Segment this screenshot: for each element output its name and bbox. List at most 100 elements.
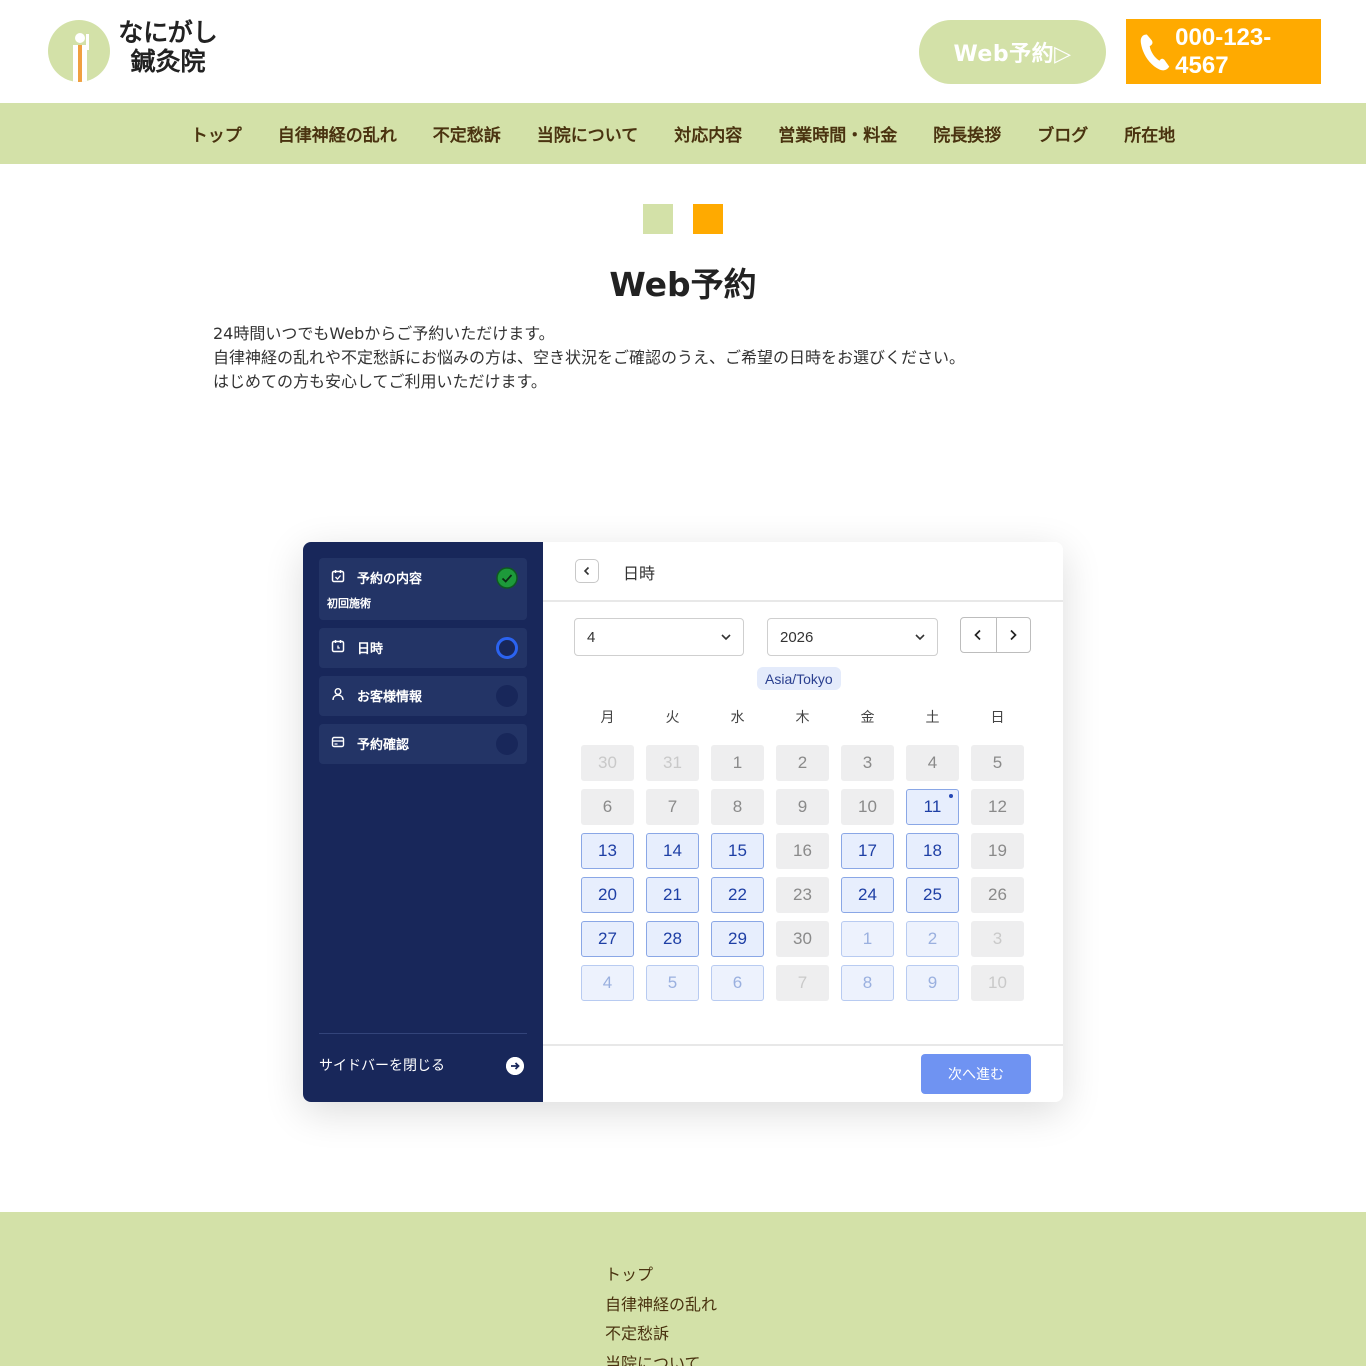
- next-month-button[interactable]: [995, 618, 1031, 652]
- footer-link-complaints[interactable]: 不定愁訴: [605, 1319, 717, 1349]
- header-divider: [543, 600, 1063, 602]
- calendar-icon: [331, 570, 345, 583]
- back-button[interactable]: [575, 559, 599, 583]
- intro-line: 自律神経の乱れや不定愁訴にお悩みの方は、空き状況をご確認のうえ、ご希望の日時をお…: [213, 348, 966, 367]
- calendar-day-available[interactable]: 11: [906, 789, 959, 825]
- nav-item-top[interactable]: トップ: [191, 121, 242, 146]
- year-select[interactable]: 2026: [767, 618, 938, 656]
- step-service[interactable]: 予約の内容 初回施術: [319, 558, 527, 620]
- calendar-day-unavailable: 19: [971, 833, 1024, 869]
- main-nav: トップ 自律神経の乱れ 不定愁訴 当院について 対応内容 営業時間・料金 院長挨…: [0, 103, 1366, 164]
- weekday-header: 火: [665, 710, 680, 726]
- calendar-day-available[interactable]: 22: [711, 877, 764, 913]
- sidebar-divider: [319, 1033, 527, 1034]
- close-sidebar-link[interactable]: サイドバーを閉じる: [319, 1055, 445, 1075]
- month-value: 4: [587, 628, 596, 646]
- booking-main: 日時 4 2026 Asia/Tokyo 月 火 水 木 金 土 日 30 31…: [543, 542, 1063, 1102]
- title-decoration-green: [643, 204, 673, 234]
- step-label: お客様情報: [357, 690, 423, 705]
- calendar-day-unavailable: 9: [776, 789, 829, 825]
- nav-item-access[interactable]: 所在地: [1124, 121, 1175, 146]
- weekday-header: 月: [600, 710, 615, 726]
- arrow-right-circle-icon[interactable]: [506, 1057, 524, 1075]
- calendar-day-available[interactable]: 8: [841, 965, 894, 1001]
- calendar-day-unavailable: 30: [581, 745, 634, 781]
- footer-link-about[interactable]: 当院について: [605, 1349, 717, 1366]
- site-logo[interactable]: なにがし 鍼灸院: [48, 18, 248, 84]
- nav-item-greeting[interactable]: 院長挨拶: [933, 121, 1001, 146]
- calendar-day-available[interactable]: 29: [711, 921, 764, 957]
- calendar-day-available[interactable]: 20: [581, 877, 634, 913]
- calendar-day-available[interactable]: 5: [646, 965, 699, 1001]
- logo-line-2: 鍼灸院: [130, 47, 206, 76]
- month-navigation: [960, 617, 1031, 653]
- footer-link-autonomic[interactable]: 自律神経の乱れ: [605, 1290, 717, 1320]
- weekday-header: 土: [925, 710, 940, 726]
- weekday-header: 金: [860, 710, 875, 726]
- calendar-day-available[interactable]: 14: [646, 833, 699, 869]
- intro-line: 24時間いつでもWebからご予約いただけます。: [213, 324, 555, 343]
- prev-month-button[interactable]: [961, 618, 996, 652]
- calendar-day-available[interactable]: 17: [841, 833, 894, 869]
- nav-item-complaints[interactable]: 不定愁訴: [433, 121, 501, 146]
- calendar-day-available[interactable]: 24: [841, 877, 894, 913]
- calendar-day-unavailable: 10: [971, 965, 1024, 1001]
- calendar-day-unavailable: 3: [971, 921, 1024, 957]
- chevron-down-icon: [721, 634, 731, 641]
- calendar-day-unavailable: 26: [971, 877, 1024, 913]
- step-sublabel: 初回施術: [327, 597, 371, 610]
- calendar-day-available[interactable]: 13: [581, 833, 634, 869]
- calendar-day-unavailable: 7: [776, 965, 829, 1001]
- step-customer-info[interactable]: お客様情報: [319, 676, 527, 716]
- calendar-day-available[interactable]: 1: [841, 921, 894, 957]
- intro-line: はじめての方も安心してご利用いただけます。: [213, 372, 547, 391]
- chevron-left-icon: [583, 566, 590, 576]
- next-step-button[interactable]: 次へ進む: [921, 1054, 1031, 1094]
- weekday-header: 日: [990, 710, 1005, 726]
- logo-text: なにがし 鍼灸院: [112, 18, 224, 76]
- calendar-day-available[interactable]: 4: [581, 965, 634, 1001]
- nav-item-about[interactable]: 当院について: [537, 121, 639, 146]
- calendar-day-available[interactable]: 21: [646, 877, 699, 913]
- calendar-day-unavailable: 8: [711, 789, 764, 825]
- calendar-day-available[interactable]: 27: [581, 921, 634, 957]
- calendar-day-available[interactable]: 28: [646, 921, 699, 957]
- calendar-day-unavailable: 7: [646, 789, 699, 825]
- calendar-day-available[interactable]: 18: [906, 833, 959, 869]
- web-reservation-button[interactable]: Web予約▷: [919, 20, 1106, 84]
- step-confirm[interactable]: 予約確認: [319, 724, 527, 764]
- step-datetime[interactable]: 日時: [319, 628, 527, 668]
- calendar-day-available[interactable]: 15: [711, 833, 764, 869]
- nav-item-hours[interactable]: 営業時間・料金: [778, 121, 897, 146]
- current-step-indicator: [496, 637, 518, 659]
- calendar-day-available[interactable]: 25: [906, 877, 959, 913]
- footer-link-top[interactable]: トップ: [605, 1260, 717, 1290]
- section-title: 日時: [623, 564, 656, 583]
- chevron-left-icon: [974, 629, 981, 641]
- calendar-day-available[interactable]: 2: [906, 921, 959, 957]
- month-select[interactable]: 4: [574, 618, 744, 656]
- weekday-header: 水: [730, 710, 745, 726]
- check-circle-icon: [496, 567, 518, 589]
- logo-line-1: なにがし: [118, 18, 218, 47]
- pending-step-indicator: [496, 733, 518, 755]
- step-label: 日時: [357, 642, 384, 657]
- calendar-day-available[interactable]: 6: [711, 965, 764, 1001]
- phone-number: 000-123-4567: [1175, 23, 1272, 79]
- user-icon: [332, 688, 344, 701]
- calendar-day-unavailable: 30: [776, 921, 829, 957]
- nav-item-blog[interactable]: ブログ: [1037, 121, 1088, 146]
- phone-icon: [1140, 33, 1170, 70]
- nav-item-autonomic[interactable]: 自律神経の乱れ: [278, 121, 397, 146]
- booking-sidebar: 予約の内容 初回施術 日時 お客様情報 予約確認 サイドバーを閉じる: [303, 542, 543, 1102]
- calendar-day-unavailable: 16: [776, 833, 829, 869]
- phone-button[interactable]: 000-123-4567: [1126, 19, 1321, 84]
- site-header: なにがし 鍼灸院 Web予約▷ 000-123-4567: [0, 0, 1366, 103]
- calendar-day-available[interactable]: 9: [906, 965, 959, 1001]
- intro-text: 24時間いつでもWebからご予約いただけます。 自律神経の乱れや不定愁訴にお悩み…: [213, 322, 1153, 394]
- calendar-day-unavailable: 1: [711, 745, 764, 781]
- chevron-right-icon: [1010, 629, 1017, 641]
- calendar-day-unavailable: 12: [971, 789, 1024, 825]
- nav-item-services[interactable]: 対応内容: [674, 121, 742, 146]
- person-icon: [73, 33, 89, 82]
